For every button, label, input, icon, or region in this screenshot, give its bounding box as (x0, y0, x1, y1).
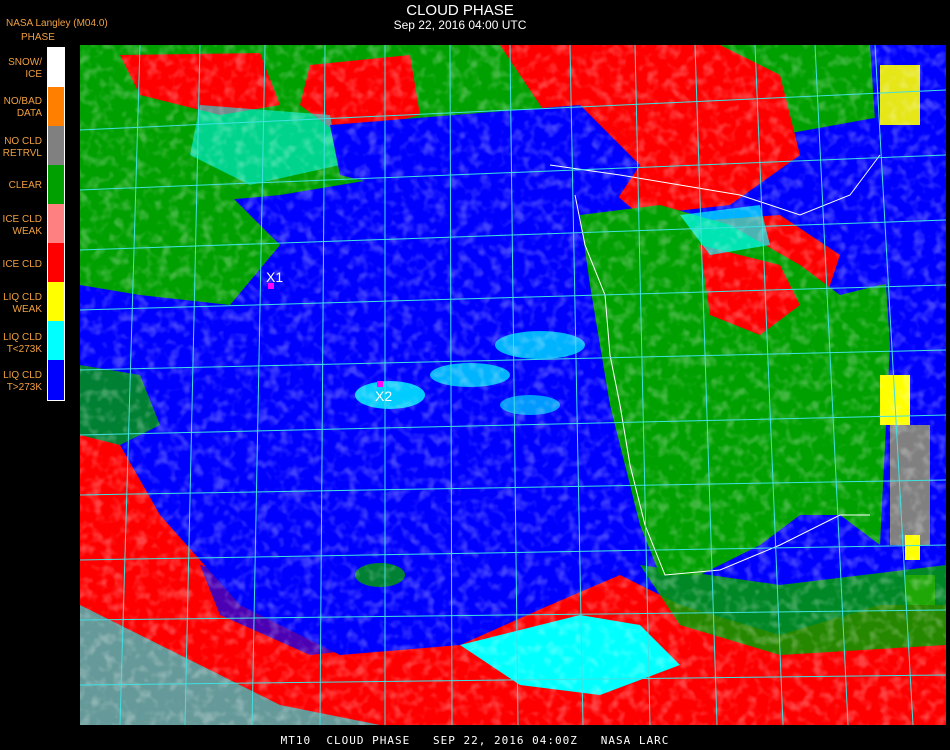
legend-label-clear: CLEAR (8, 180, 42, 191)
map-canvas (80, 45, 946, 725)
legend-label-liq-cld-warm: LIQ CLD T>273K (3, 370, 42, 393)
map-datetime: Sep 22, 2016 04:00 UTC (393, 18, 527, 32)
legend-label-ice-cld-weak: ICE CLD WEAK (2, 214, 42, 237)
legend-swatch-ice-cld-weak (48, 204, 64, 243)
legend-swatch-liq-cld-cold (48, 321, 64, 360)
legend-swatch-ice-cld (48, 243, 64, 282)
legend-label-liq-cld-weak: LIQ CLD WEAK (3, 292, 42, 315)
legend-swatch-liq-cld-weak (48, 282, 64, 321)
footer-caption: MT10 CLOUD PHASE SEP 22, 2016 04:00Z NAS… (280, 734, 670, 747)
legend-label-ice-cld: ICE CLD (2, 259, 42, 270)
legend-label-liq-cld-cold: LIQ CLD T<273K (3, 332, 42, 355)
map-title: CLOUD PHASE (406, 2, 514, 19)
legend-color-bar (47, 47, 65, 401)
legend-swatch-liq-cld-warm (48, 360, 64, 400)
legend-swatch-no-cld-retrvl (48, 126, 64, 165)
marker-x2-point[interactable] (377, 381, 383, 387)
cloud-phase-map[interactable] (80, 45, 946, 725)
product-short-label: PHASE (21, 32, 55, 43)
source-label: NASA Langley (M04.0) (6, 18, 108, 29)
legend-swatch-snow-ice (48, 48, 64, 87)
legend-swatch-no-bad-data (48, 87, 64, 126)
texture-noise (80, 45, 946, 725)
marker-x1-label: X1 (266, 269, 284, 285)
legend-label-no-cld-retrvl: NO CLD RETRVL (2, 136, 42, 159)
marker-x2-label: X2 (375, 388, 393, 404)
legend-label-snow-ice: SNOW/ ICE (8, 57, 42, 80)
legend-swatch-clear (48, 165, 64, 204)
legend-label-no-bad-data: NO/BAD DATA (3, 96, 42, 119)
